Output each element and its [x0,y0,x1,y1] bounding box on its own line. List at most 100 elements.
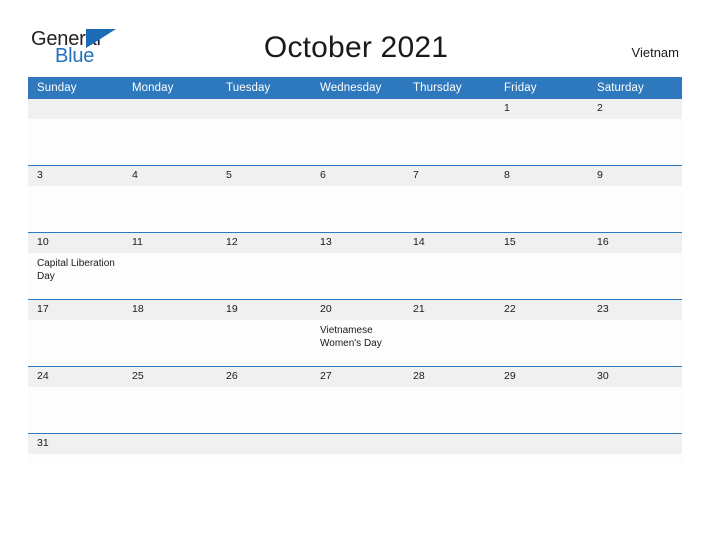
day-number: 23 [588,300,682,320]
day-cell-inner [123,99,217,165]
calendar-day-cell[interactable] [28,98,123,166]
day-cell-inner [217,434,311,464]
day-number [123,434,217,454]
calendar-day-cell[interactable]: 11 [123,232,217,300]
weekday-header-wednesday: Wednesday [311,77,404,99]
day-number: 2 [588,99,682,119]
calendar-day-cell[interactable]: 31 [28,433,123,464]
day-cell-inner [123,434,217,464]
calendar-day-cell[interactable]: 24 [28,366,123,434]
calendar-day-cell[interactable]: 28 [404,366,495,434]
calendar-day-cell[interactable]: 19 [217,299,311,367]
day-number [217,434,311,454]
day-number: 13 [311,233,404,253]
day-number: 14 [404,233,495,253]
calendar-day-cell[interactable]: 8 [495,165,588,233]
day-cell-inner: 7 [404,166,495,232]
calendar-day-cell[interactable]: 16 [588,232,682,300]
day-cell-inner: 22 [495,300,588,366]
calendar-day-cell[interactable]: 9 [588,165,682,233]
day-number: 6 [311,166,404,186]
day-number: 26 [217,367,311,387]
calendar-day-cell[interactable]: 21 [404,299,495,367]
day-number [217,99,311,119]
day-cell-inner: 28 [404,367,495,433]
day-cell-inner: 17 [28,300,123,366]
calendar-day-cell[interactable]: 20 Vietnamese Women's Day [311,299,404,367]
calendar-day-cell[interactable]: 4 [123,165,217,233]
calendar-day-cell[interactable]: 14 [404,232,495,300]
calendar-day-cell[interactable]: 10 Capital Liberation Day [28,232,123,300]
calendar-day-cell[interactable]: 12 [217,232,311,300]
calendar-day-cell[interactable]: 1 [495,98,588,166]
day-cell-inner: 29 [495,367,588,433]
calendar-day-cell[interactable]: 5 [217,165,311,233]
calendar-day-cell[interactable]: 6 [311,165,404,233]
calendar-day-cell[interactable] [217,433,311,464]
calendar-day-cell[interactable]: 29 [495,366,588,434]
calendar-week-row: 17 18 19 20 Vietnamese Women's Day 21 22 23 [28,299,682,367]
day-number: 24 [28,367,123,387]
day-number: 18 [123,300,217,320]
calendar-day-cell[interactable] [404,98,495,166]
calendar-day-cell[interactable]: 25 [123,366,217,434]
calendar-day-cell[interactable]: 3 [28,165,123,233]
day-cell-inner [404,434,495,464]
calendar-day-cell[interactable] [588,433,682,464]
day-cell-inner: 24 [28,367,123,433]
calendar-day-cell[interactable]: 22 [495,299,588,367]
calendar-day-cell[interactable] [404,433,495,464]
day-number [404,99,495,119]
calendar-day-cell[interactable] [123,98,217,166]
day-cell-inner: 14 [404,233,495,299]
calendar-day-cell[interactable] [311,98,404,166]
calendar-day-cell[interactable] [217,98,311,166]
country-label: Vietnam [631,45,679,60]
weekday-header-monday: Monday [123,77,217,99]
calendar-day-cell[interactable] [495,433,588,464]
day-number: 7 [404,166,495,186]
day-cell-inner: 2 [588,99,682,165]
day-cell-inner: 20 Vietnamese Women's Day [311,300,404,366]
calendar-day-cell[interactable]: 15 [495,232,588,300]
calendar-day-cell[interactable]: 7 [404,165,495,233]
page-header: General Blue October 2021 Vietnam [0,0,712,76]
day-number: 17 [28,300,123,320]
calendar-day-cell[interactable]: 23 [588,299,682,367]
day-cell-inner: 12 [217,233,311,299]
day-cell-inner [495,434,588,464]
day-number: 12 [217,233,311,253]
day-number: 10 [28,233,123,253]
day-number: 9 [588,166,682,186]
calendar-day-cell[interactable]: 27 [311,366,404,434]
day-cell-inner [311,434,404,464]
weekday-header-friday: Friday [495,77,588,99]
calendar-day-cell[interactable]: 2 [588,98,682,166]
calendar-day-cell[interactable]: 18 [123,299,217,367]
day-number [28,99,123,119]
day-number: 19 [217,300,311,320]
weekday-header-saturday: Saturday [588,77,682,99]
day-number [311,434,404,454]
day-number [123,99,217,119]
day-number: 25 [123,367,217,387]
calendar-day-cell[interactable]: 30 [588,366,682,434]
day-cell-inner: 11 [123,233,217,299]
calendar-week-row: 10 Capital Liberation Day 11 12 13 14 15 16 [28,232,682,300]
day-number: 8 [495,166,588,186]
day-cell-inner: 13 [311,233,404,299]
day-cell-inner: 3 [28,166,123,232]
calendar-day-cell[interactable]: 17 [28,299,123,367]
day-cell-inner: 5 [217,166,311,232]
day-cell-inner: 23 [588,300,682,366]
day-number: 21 [404,300,495,320]
calendar-day-cell[interactable] [311,433,404,464]
day-cell-inner: 4 [123,166,217,232]
calendar-day-cell[interactable]: 26 [217,366,311,434]
calendar-day-cell[interactable] [123,433,217,464]
day-cell-inner: 8 [495,166,588,232]
day-cell-inner: 26 [217,367,311,433]
day-cell-inner: 18 [123,300,217,366]
calendar-day-cell[interactable]: 13 [311,232,404,300]
day-cell-inner: 21 [404,300,495,366]
